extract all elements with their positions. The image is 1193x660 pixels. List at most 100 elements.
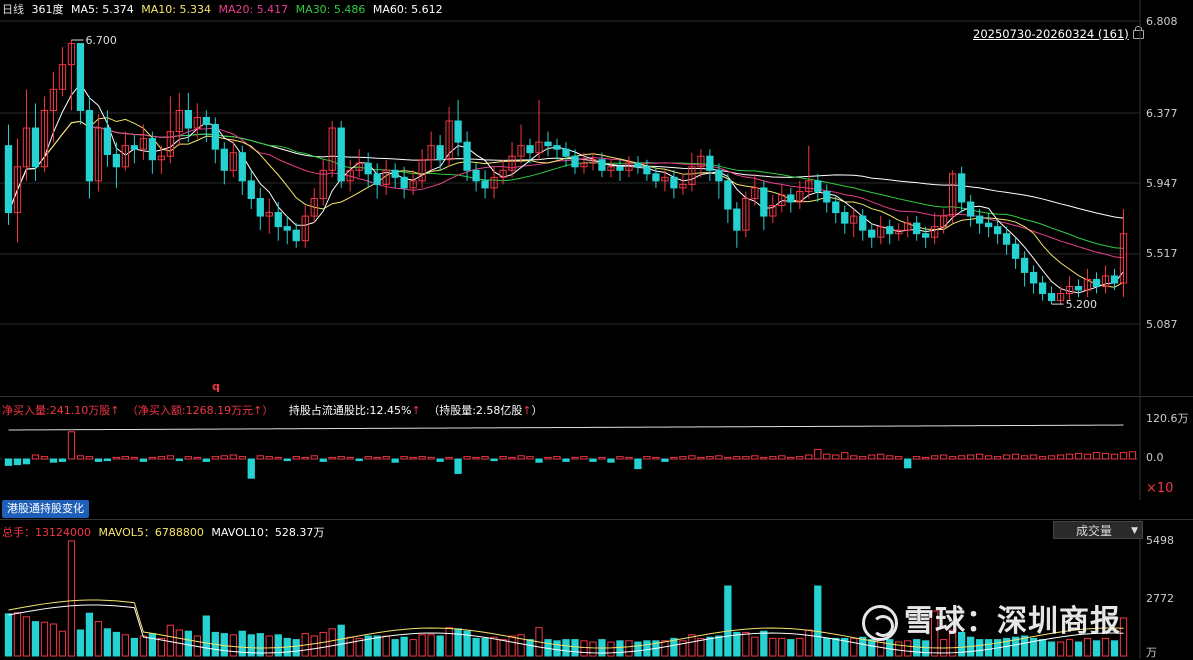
- flow-bar: [760, 456, 768, 460]
- volume-bar: [292, 639, 300, 657]
- volume-bar: [58, 630, 67, 657]
- candle-body: [984, 222, 993, 228]
- flow-bar: [103, 458, 112, 462]
- flow-bar: [85, 456, 94, 460]
- candle-body: [373, 173, 381, 185]
- price-axis-label: 5.947: [1146, 177, 1178, 190]
- q-marker: q: [212, 380, 220, 393]
- flow-bar: [1101, 452, 1110, 460]
- indicator-select[interactable]: 成交量 ▼: [1053, 521, 1143, 539]
- flow-bar: [670, 456, 678, 460]
- volume-bar: [4, 613, 13, 657]
- flow-bar: [598, 456, 606, 460]
- hk-connect-tab[interactable]: 港股通持股变化: [2, 500, 89, 518]
- watermark: 雪球：深圳商报: [862, 596, 1121, 641]
- flow-bar: [22, 458, 31, 465]
- flow-bar: [751, 455, 759, 460]
- volume-bar: [886, 639, 894, 657]
- volume-bar: [778, 637, 786, 657]
- candle-body: [760, 187, 768, 217]
- flow-bar: [949, 456, 957, 460]
- flow-bar: [1047, 455, 1056, 460]
- candle-body: [643, 166, 651, 175]
- flow-bar: [679, 456, 687, 460]
- flow-bar: [1002, 454, 1011, 460]
- volume-bar: [634, 641, 642, 657]
- candle-body: [868, 229, 876, 238]
- candle-body: [913, 222, 921, 235]
- volume-bar: [427, 634, 435, 657]
- price-chart[interactable]: 6.700 5.200: [0, 0, 1193, 395]
- candle-body: [364, 162, 372, 175]
- volume-bar: [67, 540, 76, 657]
- candle-body: [787, 194, 795, 203]
- candle-body: [148, 138, 157, 161]
- flow-bar: [274, 456, 282, 460]
- candle-body: [562, 148, 570, 157]
- volume-bar: [508, 635, 516, 657]
- candle-body: [130, 145, 139, 150]
- volume-bar: [984, 639, 993, 657]
- volume-bar: [373, 635, 381, 657]
- volume-bar: [832, 637, 840, 657]
- flow-bar: [984, 455, 993, 460]
- volume-bar: [814, 585, 822, 657]
- flow-bar: [913, 456, 921, 460]
- flow-bar: [643, 456, 651, 460]
- volume-bar: [13, 612, 22, 657]
- volume-bar: [445, 627, 453, 657]
- volume-bar: [499, 639, 507, 657]
- candle-body: [958, 173, 966, 203]
- flow-axis-top: 120.6万: [1146, 412, 1189, 425]
- flow-bar: [1110, 453, 1119, 460]
- volume-bar: [769, 637, 777, 657]
- candle-body: [634, 162, 642, 168]
- candle-body: [247, 180, 255, 199]
- flow-bar: [301, 456, 309, 460]
- volume-bar: [553, 640, 561, 657]
- flow-bar: [697, 456, 705, 460]
- volume-bar: [229, 634, 237, 657]
- flow-bar: [966, 454, 975, 460]
- candle-body: [670, 176, 678, 189]
- flow-bar: [49, 458, 58, 463]
- volume-bar: [418, 634, 426, 657]
- flow-bar: [13, 458, 22, 466]
- flow-bar: [346, 456, 354, 460]
- flow-bar: [634, 458, 642, 470]
- volume-bar: [76, 629, 85, 657]
- flow-bar: [130, 456, 139, 460]
- flow-bar: [1119, 452, 1128, 460]
- flow-bar: [373, 456, 381, 460]
- flow-bar: [850, 455, 858, 460]
- flow-bar: [544, 456, 552, 460]
- high-marker-label: 6.700: [85, 34, 117, 47]
- volume-bar: [616, 640, 624, 657]
- flow-bar: [157, 456, 166, 460]
- flow-bar: [292, 456, 300, 460]
- flow-bar: [724, 456, 732, 460]
- flow-bar: [112, 456, 121, 460]
- candle-body: [553, 145, 561, 150]
- flow-bar: [517, 455, 525, 460]
- flow-bar: [31, 454, 40, 460]
- flow-bar: [472, 456, 480, 460]
- candle-body: [202, 116, 210, 126]
- candle-body: [76, 43, 85, 111]
- volume-bar: [715, 635, 723, 657]
- volume-bar: [850, 637, 858, 657]
- volume-bar: [130, 637, 139, 657]
- candle-body: [463, 141, 471, 171]
- candle-body: [841, 212, 849, 224]
- flow-bar: [571, 456, 579, 460]
- volume-bar: [382, 635, 390, 657]
- flow-bar: [733, 456, 741, 460]
- flow-bar: [742, 456, 750, 460]
- flow-chart[interactable]: [0, 397, 1193, 500]
- flow-bar: [993, 456, 1002, 460]
- volume-bar: [490, 636, 498, 657]
- flow-bar: [508, 456, 516, 460]
- candle-body: [1110, 275, 1119, 284]
- candle-body: [724, 180, 732, 210]
- volume-bar: [139, 635, 148, 657]
